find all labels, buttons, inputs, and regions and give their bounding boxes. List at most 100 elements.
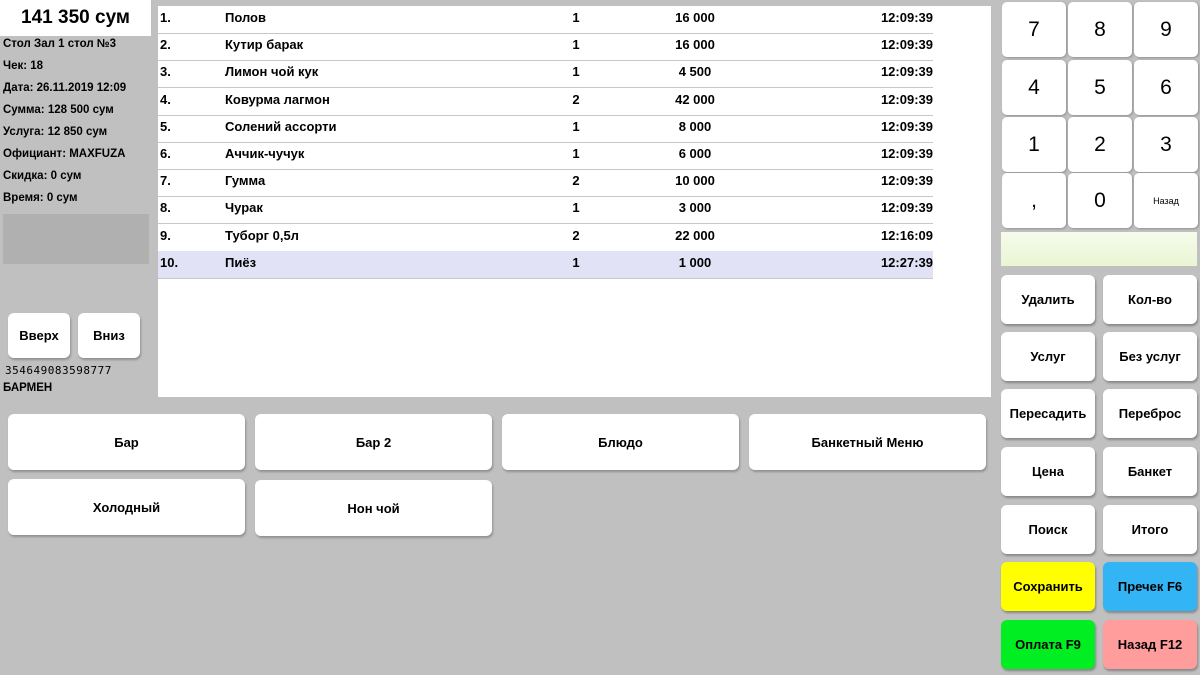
item-number: 3. <box>160 64 171 80</box>
item-name: Пиёз <box>225 254 257 270</box>
barcode-number: 354649083598777 <box>5 364 112 377</box>
item-number: 10. <box>160 254 179 270</box>
check-number: Чек: 18 <box>3 60 44 72</box>
item-time: 12:27:39 <box>880 254 933 270</box>
item-price: 42 000 <box>675 91 715 107</box>
item-number: 8. <box>160 200 171 216</box>
table-name: Стол Зал 1 стол №3 <box>3 38 117 50</box>
table-row[interactable]: 4. Ковурма лагмон 2 42 000 12:09:39 <box>158 88 933 116</box>
table-row[interactable]: 8. Чурак 1 3 000 12:09:39 <box>158 196 933 225</box>
order-sum: Сумма: 128 500 сум <box>3 104 114 116</box>
item-number: 1. <box>160 10 171 25</box>
item-quantity: 2 <box>572 173 580 189</box>
item-quantity: 1 <box>572 118 580 134</box>
table-row[interactable]: 3. Лимон чой кук 1 4 500 12:09:39 <box>158 60 933 89</box>
keypad-key[interactable]: , <box>1002 173 1066 228</box>
item-number: 6. <box>160 146 171 161</box>
action-button[interactable]: Цена <box>1001 447 1095 496</box>
keypad-key[interactable]: 6 <box>1134 60 1198 115</box>
action-button[interactable]: Кол-во <box>1103 275 1197 324</box>
item-number: 9. <box>160 227 171 243</box>
keypad-key[interactable]: 0 <box>1068 173 1132 228</box>
service-charge: Услуга: 12 850 сум <box>3 126 108 138</box>
action-button[interactable]: Переброс <box>1103 389 1197 438</box>
category-button[interactable]: Бар 2 <box>255 414 492 470</box>
item-price: 22 000 <box>675 227 715 243</box>
item-time: 12:09:39 <box>880 91 933 107</box>
action-button[interactable]: Оплата F9 <box>1001 620 1095 669</box>
order-date: Дата: 26.11.2019 12:09 <box>3 82 127 94</box>
item-time: 12:09:39 <box>880 146 933 161</box>
keypad-key[interactable]: 4 <box>1002 60 1066 115</box>
item-quantity: 1 <box>572 64 580 80</box>
keypad-key[interactable]: 3 <box>1134 117 1198 172</box>
item-name: Туборг 0,5л <box>225 227 299 243</box>
item-price: 8 000 <box>678 118 712 134</box>
action-button[interactable]: Поиск <box>1001 505 1095 554</box>
item-time: 12:09:39 <box>880 200 933 216</box>
keypad-back-button[interactable]: Назад <box>1134 173 1198 228</box>
scroll-down-button[interactable]: Вниз <box>78 313 140 358</box>
item-name: Лимон чой кук <box>225 64 319 80</box>
item-quantity: 2 <box>572 227 580 243</box>
action-button[interactable]: Назад F12 <box>1103 620 1197 669</box>
keypad-display <box>1001 232 1197 266</box>
keypad-key[interactable]: 8 <box>1068 2 1132 57</box>
keypad-key[interactable]: 9 <box>1134 2 1198 57</box>
item-name: Аччик-чучук <box>225 146 305 161</box>
action-button[interactable]: Услуг <box>1001 332 1095 381</box>
item-name: Чурак <box>225 200 263 216</box>
table-row[interactable]: 10. Пиёз 1 1 000 12:27:39 <box>158 250 933 279</box>
keypad-key[interactable]: 2 <box>1068 117 1132 172</box>
action-button[interactable]: Банкет <box>1103 447 1197 496</box>
action-button[interactable]: Сохранить <box>1001 562 1095 611</box>
item-quantity: 1 <box>572 37 580 53</box>
item-price: 16 000 <box>675 37 715 53</box>
item-quantity: 1 <box>572 200 580 216</box>
item-name: Полов <box>225 10 266 25</box>
item-price: 4 500 <box>678 64 712 80</box>
category-button[interactable]: Нон чой <box>255 480 492 536</box>
category-button[interactable]: Бар <box>8 414 245 470</box>
item-price: 10 000 <box>675 173 715 189</box>
item-name: Ковурма лагмон <box>225 91 330 107</box>
order-total: 141 350 сум <box>0 0 151 36</box>
table-row[interactable]: 9. Туборг 0,5л 2 22 000 12:16:09 <box>158 224 933 252</box>
waiter-name: Официант: MAXFUZA <box>3 148 126 160</box>
item-price: 3 000 <box>678 200 712 216</box>
keypad-key[interactable]: 5 <box>1068 60 1132 115</box>
keypad-key[interactable]: 1 <box>1002 117 1066 172</box>
category-button[interactable]: Банкетный Меню <box>749 414 986 470</box>
table-row[interactable]: 7. Гумма 2 10 000 12:09:39 <box>158 169 933 198</box>
action-button[interactable]: Без услуг <box>1103 332 1197 381</box>
category-button[interactable]: Холодный <box>8 479 245 535</box>
item-time: 12:16:09 <box>880 227 933 243</box>
item-time: 12:09:39 <box>880 37 933 53</box>
category-button[interactable]: Блюдо <box>502 414 739 470</box>
item-number: 7. <box>160 173 171 189</box>
item-number: 2. <box>160 37 171 53</box>
time-charge: Время: 0 сум <box>3 192 78 204</box>
item-time: 12:09:39 <box>880 173 933 189</box>
item-price: 16 000 <box>675 10 715 25</box>
table-row[interactable]: 5. Солений ассорти 1 8 000 12:09:39 <box>158 115 933 143</box>
action-button[interactable]: Пречек F6 <box>1103 562 1197 611</box>
discount-value: Скидка: 0 сум <box>3 170 82 182</box>
item-number: 5. <box>160 118 171 134</box>
item-number: 4. <box>160 91 171 107</box>
item-name: Гумма <box>225 173 266 189</box>
scroll-up-button[interactable]: Вверх <box>8 313 70 358</box>
item-time: 12:09:39 <box>880 118 933 134</box>
item-quantity: 1 <box>572 254 580 270</box>
item-quantity: 1 <box>572 10 580 25</box>
item-name: Солений ассорти <box>225 118 337 134</box>
table-row[interactable]: 2. Кутир барак 1 16 000 12:09:39 <box>158 33 933 62</box>
table-row[interactable]: 6. Аччик-чучук 1 6 000 12:09:39 <box>158 142 933 170</box>
keypad-key[interactable]: 7 <box>1002 2 1066 57</box>
user-role: БАРМЕН <box>3 382 53 394</box>
action-button[interactable]: Удалить <box>1001 275 1095 324</box>
action-button[interactable]: Итого <box>1103 505 1197 554</box>
order-table: 1. Полов 1 16 000 12:09:39 2. Кутир барак 1 16 0… <box>158 6 991 397</box>
action-button[interactable]: Пересадить <box>1001 389 1095 438</box>
table-row[interactable]: 1. Полов 1 16 000 12:09:39 <box>158 6 933 34</box>
